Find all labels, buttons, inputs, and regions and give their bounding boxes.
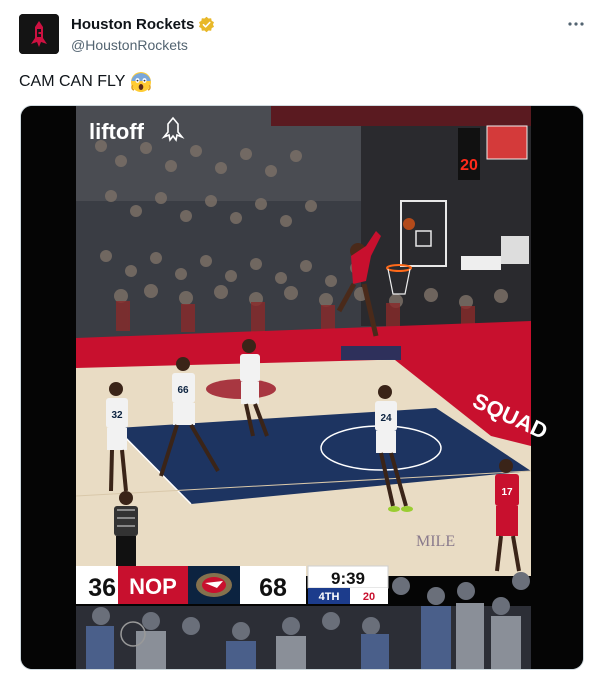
- tweet-text: CAM CAN FLY: [19, 71, 152, 93]
- gold-verified-badge-icon[interactable]: [198, 16, 215, 33]
- face-screaming-in-fear-icon: [131, 72, 152, 92]
- tweet: Houston Rockets @HoustonRockets CAM CAN …: [0, 0, 592, 693]
- scoreboard: 36 NOP 68 9:39 4TH 20: [76, 565, 389, 604]
- display-name-text[interactable]: Houston Rockets: [71, 15, 194, 34]
- more-options-button[interactable]: [566, 14, 586, 34]
- away-team-abbr: NOP: [129, 574, 177, 599]
- tweet-body: CAM CAN FLY: [19, 73, 126, 90]
- scoreboard-shot-clock: 20: [363, 591, 375, 603]
- video-frame: 20 SQUAD MILE 32 66 24 17 36 NOP 68 9:39…: [21, 106, 583, 669]
- jersey-number: 32: [111, 410, 123, 421]
- jersey-number: 66: [177, 385, 189, 396]
- home-score: 36: [88, 574, 116, 602]
- jersey-number: 24: [380, 413, 392, 424]
- game-clock: 9:39: [331, 569, 365, 588]
- svg-text:MILE: MILE: [416, 533, 455, 550]
- video-player[interactable]: 20 SQUAD MILE 32 66 24 17 36 NOP 68 9:39…: [20, 105, 584, 670]
- author-handle[interactable]: @HoustonRockets: [71, 36, 215, 55]
- jersey-number: 17: [501, 487, 513, 498]
- avatar[interactable]: [19, 14, 59, 54]
- away-score: 68: [259, 574, 287, 602]
- quarter: 4TH: [319, 591, 340, 603]
- rockets-logo-icon: [19, 14, 59, 54]
- pelicans-logo-icon: [196, 573, 232, 597]
- more-horizontal-icon: [568, 22, 584, 26]
- wall-shot-clock: 20: [460, 157, 478, 174]
- basketball-court: SQUAD MILE: [75, 321, 551, 576]
- author-name[interactable]: Houston Rockets: [71, 15, 215, 34]
- author-block: Houston Rockets @HoustonRockets: [71, 15, 215, 55]
- watermark-text: liftoff: [89, 119, 145, 144]
